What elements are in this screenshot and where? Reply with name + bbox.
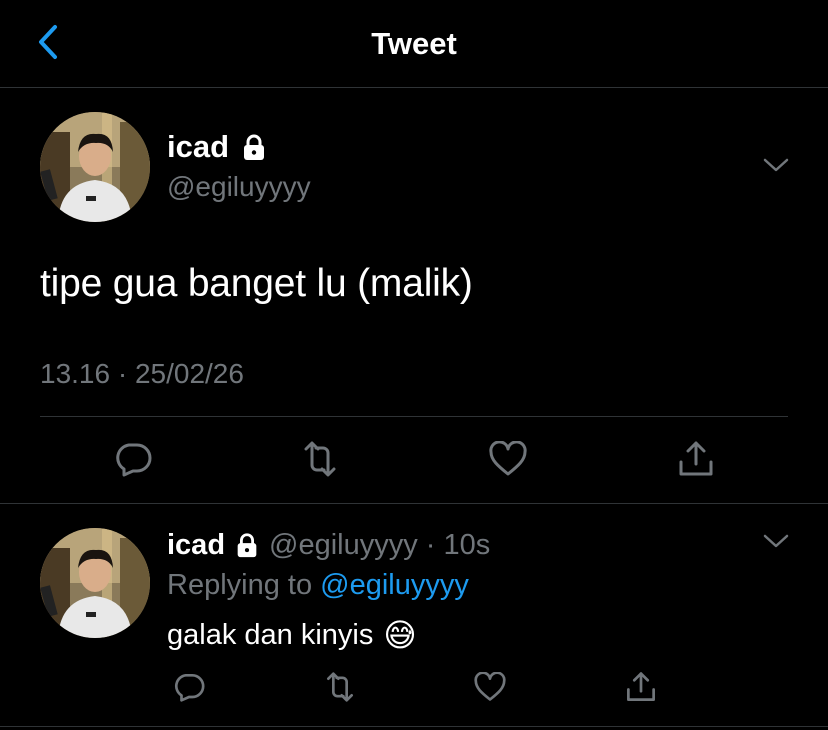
- retweet-icon: [321, 671, 359, 707]
- divider: [0, 726, 828, 727]
- lock-icon: [239, 132, 269, 162]
- tweet-text: tipe gua banget lu (malik): [40, 262, 473, 305]
- author-name[interactable]: icad: [167, 127, 229, 167]
- reply-retweet-button[interactable]: [318, 667, 362, 711]
- reply-like-button[interactable]: [468, 667, 512, 711]
- chevron-down-icon: [762, 157, 790, 178]
- reply-more-options-button[interactable]: [761, 533, 791, 553]
- page-title: Tweet: [371, 26, 457, 61]
- like-icon: [473, 670, 507, 707]
- sweat-smile-emoji: 😅: [383, 617, 417, 653]
- reply-avatar[interactable]: [40, 528, 150, 638]
- chevron-down-icon: [762, 533, 790, 554]
- reply-author-row: icad @egiluyyyy · 10s: [167, 525, 490, 565]
- like-icon: [488, 439, 528, 482]
- avatar[interactable]: [40, 112, 150, 222]
- reply-text: galak dan kinyis: [167, 619, 374, 651]
- divider: [0, 503, 828, 504]
- author-row: icad: [167, 127, 269, 167]
- share-icon: [676, 440, 716, 483]
- replying-prefix: Replying to: [167, 569, 313, 601]
- replying-to: Replying to @egiluyyyy: [167, 566, 469, 604]
- reply-text-row: galak dan kinyis 😅: [167, 614, 417, 656]
- share-button[interactable]: [674, 439, 718, 483]
- retweet-icon: [298, 441, 342, 482]
- tweet-timestamp[interactable]: 13.16 · 25/02/26: [40, 356, 244, 392]
- lock-icon: [233, 531, 261, 559]
- reply-reply-button[interactable]: [167, 667, 211, 711]
- reply-icon: [173, 672, 205, 707]
- author-handle: @egiluyyyy: [167, 171, 311, 202]
- divider: [40, 416, 788, 417]
- reply-handle-time: @egiluyyyy · 10s: [269, 529, 491, 561]
- replying-to-link[interactable]: @egiluyyyy: [320, 569, 469, 601]
- retweet-button[interactable]: [298, 439, 342, 483]
- like-button[interactable]: [486, 439, 530, 483]
- share-icon: [624, 671, 658, 708]
- reply-button[interactable]: [111, 439, 155, 483]
- reply-icon: [114, 441, 152, 482]
- more-options-button[interactable]: [761, 157, 791, 177]
- reply-share-button[interactable]: [619, 667, 663, 711]
- reply-author-name[interactable]: icad: [167, 525, 225, 565]
- top-bar: Tweet: [0, 0, 828, 88]
